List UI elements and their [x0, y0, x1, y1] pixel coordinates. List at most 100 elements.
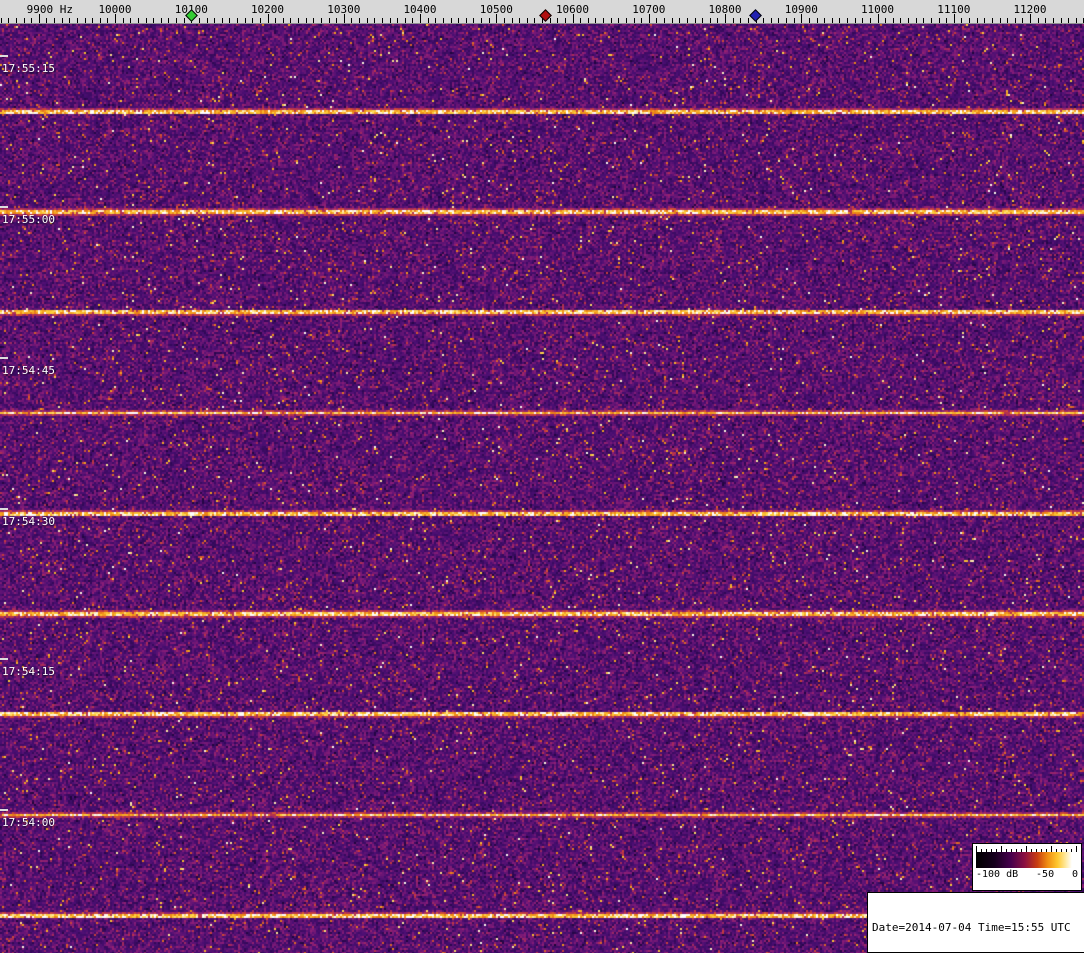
freq-tick: [892, 18, 894, 23]
freq-tick: [900, 18, 902, 23]
freq-tick: [176, 18, 177, 23]
legend-tick: [1011, 849, 1012, 852]
freq-axis-label: 11000: [860, 3, 895, 16]
freq-tick: [831, 18, 833, 23]
freq-tick: [54, 18, 55, 23]
freq-tick: [488, 18, 490, 23]
freq-tick: [221, 18, 223, 23]
freq-tick: [1060, 18, 1062, 23]
freq-tick: [816, 18, 818, 23]
freq-tick: [808, 18, 810, 23]
freq-tick: [259, 18, 261, 23]
freq-tick: [298, 18, 299, 23]
freq-tick: [595, 18, 597, 23]
freq-tick: [252, 18, 254, 23]
freq-tick: [336, 18, 338, 23]
freq-tick: [961, 18, 963, 23]
freq-tick: [641, 18, 643, 23]
legend-tick: [1006, 849, 1007, 852]
freq-tick: [374, 18, 376, 23]
freq-tick: [8, 18, 10, 23]
freq-axis-label: 10200: [250, 3, 285, 16]
freq-tick: [587, 18, 589, 23]
freq-tick: [908, 18, 909, 23]
freq-tick: [0, 18, 2, 23]
freq-tick: [15, 18, 17, 23]
legend-tick: [1016, 849, 1017, 852]
freq-marker-blue[interactable]: [749, 9, 762, 22]
freq-tick: [305, 18, 307, 23]
legend-tick: [1041, 849, 1042, 852]
freq-tick: [671, 18, 673, 23]
freq-tick: [549, 18, 551, 23]
freq-tick: [404, 18, 406, 23]
freq-tick: [69, 18, 71, 23]
freq-tick: [664, 18, 665, 23]
freq-tick: [153, 18, 155, 23]
freq-tick: [786, 18, 787, 23]
freq-tick: [427, 18, 429, 23]
legend-label-max: 0: [1071, 869, 1078, 880]
legend-tick: [1071, 849, 1072, 852]
freq-tick: [763, 18, 765, 23]
freq-axis-label: 10800: [708, 3, 742, 16]
freq-tick: [206, 18, 208, 23]
freq-axis-label: 11200: [1013, 3, 1047, 16]
freq-tick: [618, 18, 620, 23]
freq-tick: [976, 18, 978, 23]
info-box: Date=2014-07-04 Time=15:55 UTC Freq=143 …: [867, 892, 1084, 953]
freq-axis-label: 10600: [555, 3, 590, 16]
freq-tick: [610, 18, 612, 23]
freq-tick: [580, 18, 582, 23]
freq-tick: [1007, 18, 1009, 23]
freq-tick: [1045, 18, 1047, 23]
freq-axis-label: 10500: [479, 3, 513, 16]
freq-axis-label: 11100: [937, 3, 971, 16]
freq-tick: [1022, 18, 1024, 23]
freq-axis-label: 9900 Hz: [26, 3, 73, 16]
freq-tick: [389, 18, 391, 23]
legend-tick: [1026, 846, 1027, 852]
freq-tick: [869, 18, 871, 23]
freq-tick: [145, 18, 147, 23]
legend-tick: [1051, 846, 1052, 852]
legend-label-mid: -50: [1036, 869, 1055, 880]
legend-tick: [1066, 849, 1067, 852]
freq-tick: [686, 18, 688, 23]
freq-tick: [137, 18, 139, 23]
legend-tick-ruler: [976, 846, 1078, 852]
freq-tick: [61, 18, 63, 23]
spectrogram-canvas[interactable]: [0, 24, 1084, 953]
legend-tick: [996, 849, 997, 852]
freq-tick: [747, 18, 749, 23]
legend-gradient-bar: [976, 852, 1078, 868]
freq-tick: [76, 18, 78, 23]
waterfall-display: 17:55:15 17:55:00 17:54:45 17:54:30 17:54:15…: [0, 0, 1084, 953]
freq-tick: [633, 18, 635, 23]
freq-tick: [839, 18, 841, 23]
freq-axis-label: 10900: [784, 3, 818, 16]
freq-tick: [557, 18, 559, 23]
freq-tick: [46, 18, 48, 23]
freq-tick: [946, 18, 948, 23]
freq-tick: [481, 18, 482, 23]
freq-tick: [656, 18, 658, 23]
freq-tick: [793, 18, 795, 23]
freq-tick: [885, 18, 887, 23]
freq-tick: [709, 18, 711, 23]
legend-tick: [1046, 849, 1047, 852]
freq-tick: [107, 18, 109, 23]
freq-tick: [694, 18, 696, 23]
freq-tick: [458, 18, 460, 23]
freq-tick: [923, 18, 925, 23]
legend-tick: [991, 849, 992, 852]
freq-tick: [915, 18, 917, 23]
frequency-axis[interactable]: 9900 Hz100001010010200103001040010500106…: [0, 0, 1084, 24]
freq-axis-label: 10300: [327, 3, 361, 16]
freq-tick: [999, 18, 1001, 23]
freq-tick: [564, 18, 566, 23]
freq-tick: [290, 18, 292, 23]
freq-tick: [351, 18, 353, 23]
legend-tick: [1036, 849, 1037, 852]
freq-tick: [366, 18, 368, 23]
